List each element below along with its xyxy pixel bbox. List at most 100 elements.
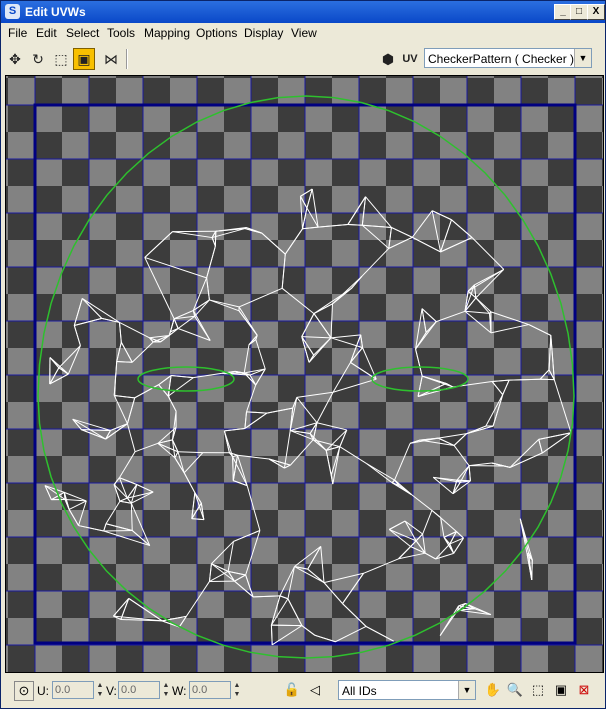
checker-tile [467,645,494,672]
checker-tile [440,618,467,645]
checker-tile [62,402,89,429]
checker-tile [170,78,197,105]
mirror-icon[interactable]: ⋈ [100,48,122,70]
menu-edit[interactable]: Edit [36,26,57,40]
checker-tile [143,76,170,78]
freeform-icon[interactable]: ▣ [73,48,95,70]
w-field[interactable]: 0.0 [189,681,231,699]
checker-tile [251,105,278,132]
menu-select[interactable]: Select [66,26,99,40]
menu-file[interactable]: File [8,26,27,40]
checker-tile [170,348,197,375]
checker-tile [494,132,521,159]
uv-canvas[interactable] [6,76,603,672]
absolute-offset-icon[interactable]: ⊙ [14,681,34,701]
v-field[interactable]: 0.0 [118,681,160,699]
checker-tile [494,618,521,645]
checker-tile [6,429,8,456]
checker-tile [413,267,440,294]
checker-tile [521,267,548,294]
rotate-icon[interactable]: ↻ [27,48,49,70]
menu-display[interactable]: Display [244,26,283,40]
checker-tile [170,240,197,267]
scale-icon[interactable]: ⬚ [50,48,72,70]
checker-tile [6,321,8,348]
checker-tile [305,591,332,618]
pan-icon[interactable]: ✋ [484,681,502,699]
zoom-extents-icon[interactable]: ▣ [552,681,570,699]
texture-cube-icon[interactable]: ⬢ [377,48,399,70]
checker-tile [116,186,143,213]
id-filter-dropdown[interactable]: All IDs ▼ [338,680,476,700]
menu-mapping[interactable]: Mapping [144,26,190,40]
title-bar[interactable]: S Edit UVWs _ □ X [1,1,605,23]
checker-tile [89,537,116,564]
uv-viewport[interactable] [5,75,604,673]
close-button[interactable]: X [587,4,605,20]
checker-tile [62,618,89,645]
paint-icon[interactable]: ◁ [306,681,324,699]
checker-tile [575,213,602,240]
filter-selected-icon[interactable]: ⊠ [575,681,593,699]
menu-view[interactable]: View [291,26,317,40]
checker-tile [548,618,575,645]
checker-tile [575,267,602,294]
checker-tile [359,267,386,294]
checker-tile [413,537,440,564]
checker-tile [359,483,386,510]
checker-tile [359,537,386,564]
checker-tile [89,645,116,672]
u-label: U: [37,684,49,698]
toolbar-separator [126,49,128,69]
checker-tile [224,402,251,429]
checker-tile [413,645,440,672]
zoom-region-icon[interactable]: ⬚ [529,681,547,699]
checker-tile [89,483,116,510]
status-bar: ⊙ U: 0.0 ▲ ▼ V: 0.0 ▲ ▼ W: 0.0 ▲ ▼ 🔓 ◁ All … [1,675,605,707]
checker-tile [224,78,251,105]
checker-tile [305,159,332,186]
checker-tile [575,645,602,672]
checker-tile [6,76,8,78]
checker-tile [548,132,575,159]
checker-tile [35,645,62,672]
menu-options[interactable]: Options [196,26,237,40]
zoom-icon[interactable]: 🔍 [506,681,524,699]
checker-tile [278,510,305,537]
checker-tile [62,78,89,105]
checker-tile [35,159,62,186]
move-icon[interactable]: ✥ [4,48,26,70]
checker-tile [62,132,89,159]
checker-tile [332,294,359,321]
checker-tile [278,78,305,105]
checker-tile [386,132,413,159]
checker-tile [467,429,494,456]
texture-dropdown[interactable]: CheckerPattern ( Checker ) ▼ [424,48,592,68]
checker-tile [197,429,224,456]
u-field[interactable]: 0.0 [52,681,94,699]
w-spinner[interactable]: ▲ ▼ [232,681,242,699]
checker-tile [413,213,440,240]
checker-tile [251,76,278,78]
checker-tile [467,537,494,564]
checker-tile [35,105,62,132]
checker-tile [251,429,278,456]
u-spinner[interactable]: ▲ ▼ [95,681,105,699]
checker-tile [251,375,278,402]
checker-tile [602,348,603,375]
checker-tile [278,456,305,483]
edit-uvws-window: S Edit UVWs _ □ X File Edit Select Tools… [0,0,606,709]
checker-tile [602,132,603,159]
checker-tile [62,294,89,321]
menu-tools[interactable]: Tools [107,26,135,40]
checker-tile [6,645,8,672]
lock-icon[interactable]: 🔓 [283,681,301,699]
v-spinner[interactable]: ▲ ▼ [161,681,171,699]
checker-tile [224,132,251,159]
checker-tile [89,213,116,240]
checker-tile [305,375,332,402]
checker-tile [602,564,603,591]
maximize-button[interactable]: □ [570,4,588,20]
checker-tile [197,267,224,294]
checker-tile [602,618,603,645]
